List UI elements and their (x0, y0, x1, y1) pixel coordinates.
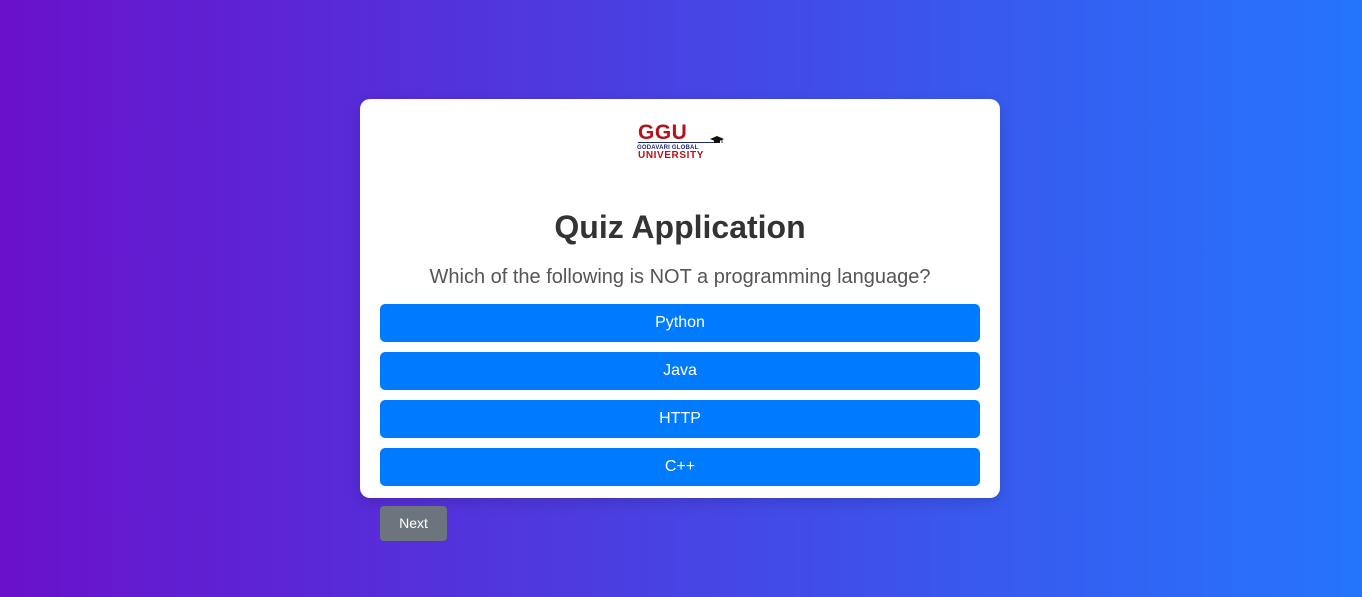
answer-button-python[interactable]: Python (380, 304, 980, 342)
ggu-logo: GGU GODAVARI GLOBAL UNIVERSITY (636, 121, 726, 165)
next-button[interactable]: Next (380, 506, 447, 541)
page-title: Quiz Application (554, 209, 806, 245)
graduation-cap-icon (710, 136, 724, 143)
answer-button-java[interactable]: Java (380, 352, 980, 390)
quiz-card: GGU GODAVARI GLOBAL UNIVERSITY Quiz Appl… (360, 99, 1000, 498)
answer-button-http[interactable]: HTTP (380, 400, 980, 438)
logo-divider (638, 142, 716, 143)
logo-line-university: UNIVERSITY (638, 150, 705, 161)
answer-button-cpp[interactable]: C++ (380, 448, 980, 486)
question-text: Which of the following is NOT a programm… (429, 266, 931, 288)
answer-list: Python Java HTTP C++ (380, 304, 980, 496)
